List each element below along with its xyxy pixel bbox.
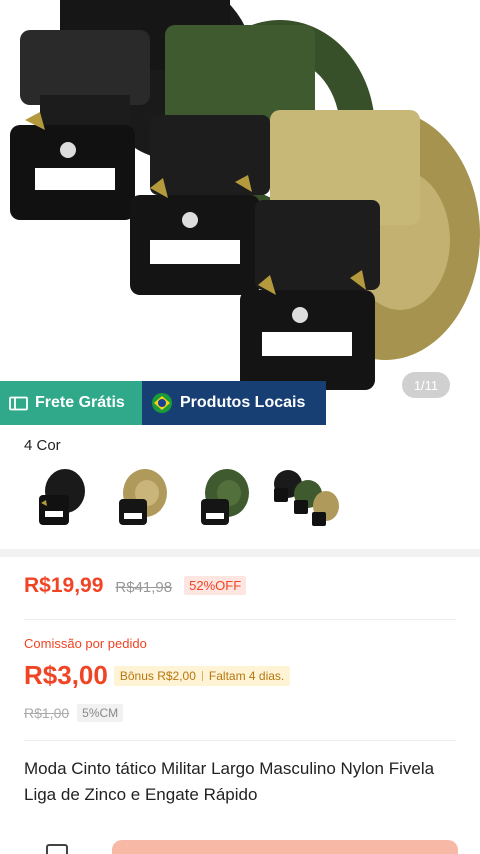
image-counter: 1/11 <box>402 372 450 398</box>
free-shipping-badge: Frete Grátis <box>0 381 142 425</box>
old-commission-value: R$1,00 <box>24 705 70 721</box>
old-commission-row: R$1,00 5%CM <box>24 704 124 722</box>
color-selector: 4 Cor <box>0 425 480 549</box>
multipack-belt-thumbnail <box>274 470 339 526</box>
original-price: R$41,98 <box>115 579 173 596</box>
bonus-separator <box>201 670 203 681</box>
primary-action-button[interactable] <box>112 840 458 854</box>
color-count-label: 4 Cor <box>24 437 61 454</box>
bonus-remaining: Faltam 4 dias. <box>208 668 285 683</box>
local-products-label: Produtos Locais <box>180 394 306 411</box>
product-image-gallery[interactable]: 1/11 <box>0 0 480 425</box>
ticket-icon <box>9 396 28 410</box>
commission-value: R$3,00 <box>24 660 108 690</box>
discount-badge: 52%OFF <box>184 576 247 595</box>
khaki-belt-image <box>240 110 480 390</box>
section-divider <box>0 549 480 557</box>
green-belt-thumbnail <box>201 469 249 525</box>
bonus-chip: Bônus R$2,00 Faltam 4 dias. <box>113 665 291 686</box>
price-divider <box>24 619 456 620</box>
swatch-black[interactable] <box>24 463 94 533</box>
commission-label: Comissão por pedido <box>24 636 147 651</box>
color-swatches <box>24 463 340 533</box>
product-title: Moda Cinto tático Militar Largo Masculin… <box>24 759 435 804</box>
black-belt-thumbnail <box>39 469 85 525</box>
free-shipping-label: Frete Grátis <box>35 394 125 411</box>
local-products-badge: Produtos Locais <box>142 381 326 425</box>
swatch-khaki[interactable] <box>106 463 176 533</box>
bottom-action-bar <box>0 836 480 854</box>
commission-row: R$3,00 Bônus R$2,00 Faltam 4 dias. <box>24 660 291 691</box>
commission-divider <box>24 740 456 741</box>
brazil-flag-icon <box>152 393 172 413</box>
commission-rate-chip: 5%CM <box>77 704 124 722</box>
current-price: R$19,99 <box>24 574 104 597</box>
store-icon[interactable] <box>46 844 68 854</box>
bonus-amount: Bônus R$2,00 <box>119 668 196 683</box>
swatch-multipack[interactable] <box>270 463 340 533</box>
belts-photo <box>10 0 480 390</box>
price-row: R$19,99 R$41,98 52%OFF <box>24 574 247 598</box>
swatch-green[interactable] <box>188 463 258 533</box>
khaki-belt-thumbnail <box>119 469 167 525</box>
promo-badges: Frete Grátis Produtos Locais <box>0 381 326 425</box>
